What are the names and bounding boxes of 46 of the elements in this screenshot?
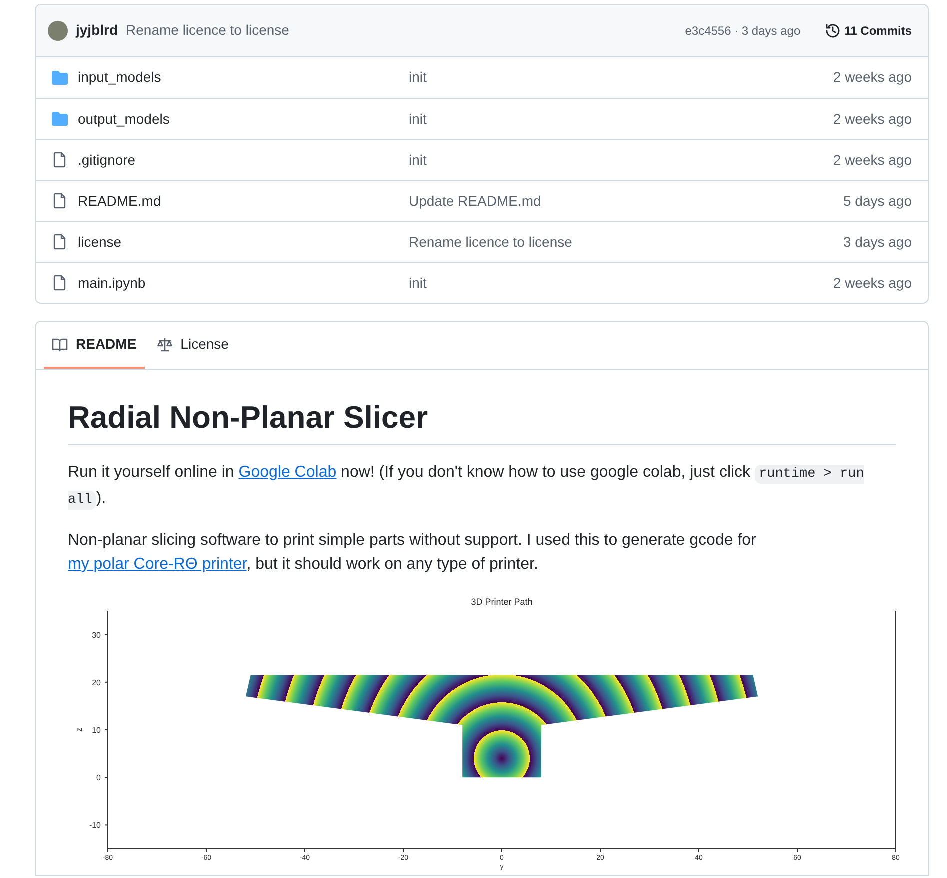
axis-label: z — [75, 728, 84, 732]
commit-time: 2 weeks ago — [833, 110, 912, 129]
scale-icon — [156, 336, 173, 352]
text-link[interactable]: Google Colab — [238, 464, 337, 481]
book-icon — [52, 336, 68, 352]
tick-label: 10 — [92, 726, 101, 735]
commit-message[interactable]: init — [409, 150, 427, 170]
commit-time: 2 weeks ago — [833, 274, 912, 293]
file-name[interactable]: output_models — [78, 108, 170, 130]
tab[interactable]: License — [148, 322, 237, 369]
commit-message[interactable]: init — [409, 272, 427, 294]
paragraph: Run it yourself online in Google Colab now! (If you don't know how to use google colab, just click runtime > run all ). — [68, 463, 866, 512]
file-name[interactable]: .gitignore — [78, 150, 136, 170]
text-link[interactable]: my polar Core-RΘ printer — [68, 556, 247, 573]
commit-time: 2 weeks ago — [833, 150, 912, 170]
file-name[interactable]: license — [78, 232, 122, 252]
commit-time: 2 weeks ago — [833, 68, 912, 87]
commit-hash-time[interactable]: e3c4556 · 3 days ago — [685, 22, 801, 40]
readme-title: Radial Non-Planar Slicer — [68, 398, 896, 445]
commit-time: 3 days ago — [844, 232, 912, 252]
folder-icon — [52, 111, 68, 127]
plot-title: 3D Printer Path — [471, 597, 533, 607]
commit-time: 5 days ago — [844, 192, 912, 211]
file-name[interactable]: README.md — [78, 190, 162, 212]
folder-icon — [52, 70, 68, 86]
tab[interactable]: README — [44, 322, 145, 369]
commit-message[interactable]: Rename licence to license — [409, 232, 572, 252]
author-name[interactable]: jyjblrd — [76, 20, 118, 41]
file-icon — [52, 234, 68, 250]
commit-message[interactable]: init — [409, 67, 427, 88]
commits-button[interactable]: 11 Commits — [820, 22, 916, 40]
paragraph: Non-planar slicing software to print simple parts without support. I used this to generate gcode for my polar Core-RΘ printer, but it should work on any type of printer. — [68, 531, 758, 575]
file-name[interactable]: input_models — [78, 67, 162, 88]
commit-message[interactable]: Update README.md — [409, 190, 542, 212]
file-icon — [52, 275, 68, 291]
tick-label: 0 — [96, 774, 101, 783]
tick-label: -10 — [89, 821, 101, 830]
file-icon — [52, 193, 68, 209]
commit-message[interactable]: init — [409, 108, 427, 130]
tick-label: 30 — [92, 630, 101, 640]
file-icon — [52, 152, 68, 168]
history-icon — [824, 22, 841, 38]
commit-message[interactable]: Rename licence to license — [126, 20, 290, 41]
avatar — [48, 20, 68, 40]
file-name[interactable]: main.ipynb — [78, 272, 146, 294]
tick-label: 20 — [92, 678, 101, 688]
